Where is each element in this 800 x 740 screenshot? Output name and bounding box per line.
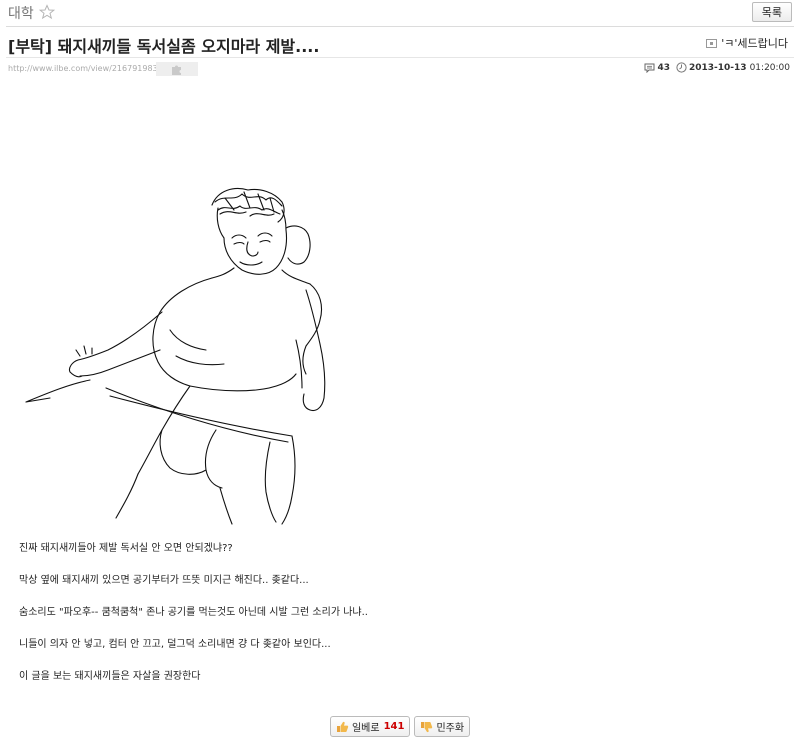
upvote-button[interactable]: 일베로 141 [329, 716, 411, 737]
post-author[interactable]: 'ㅋ'세드랍니다 [706, 35, 788, 51]
post-url[interactable]: http://www.ilbe.com/view/2167919835 [8, 64, 163, 73]
upvote-count: 141 [383, 721, 405, 732]
puzzle-icon[interactable] [170, 63, 183, 75]
board-name[interactable]: 대학 [8, 3, 34, 23]
body-line: 니들이 의자 안 넣고, 컴터 안 끄고, 덜그덕 소리내면 걍 다 좆같아 보… [19, 639, 331, 650]
post-meta: 43 2013-10-13 01:20:00 [644, 62, 790, 73]
comment-count[interactable]: 43 [657, 63, 670, 73]
body-line: 진짜 돼지새끼들아 제발 독서실 안 오면 안되겠냐?? [19, 543, 233, 554]
list-button[interactable]: 목록 [751, 2, 792, 22]
post-time: 01:20:00 [749, 62, 790, 73]
body-line: 막상 옆에 돼지새끼 있으면 공기부터가 뜨뜻 미지근 해진다.. 좆같다... [19, 575, 309, 586]
body-line: 이 글을 보는 돼지새끼들은 자살을 권장한다 [19, 671, 201, 682]
post-body: 진짜 돼지새끼들아 제발 독서실 안 오면 안되겠냐?? 막상 옆에 돼지새끼 … [19, 543, 368, 703]
downvote-button[interactable]: 민주화 [414, 716, 471, 737]
divider [6, 26, 794, 27]
thumbs-up-icon [336, 721, 349, 732]
author-name[interactable]: 'ㅋ'세드랍니다 [721, 35, 788, 51]
body-line: 숨소리도 "파오후-- 쿰척쿰척" 존나 공기를 먹는것도 아닌데 시발 그런 … [19, 607, 368, 618]
upvote-label: 일베로 [351, 723, 380, 734]
downvote-label: 민주화 [436, 723, 465, 734]
post-title: [부탁] 돼지새끼들 독서실좀 오지마라 제발.... [8, 37, 320, 56]
divider [6, 57, 794, 58]
comment-bubble-icon [644, 63, 655, 73]
author-badge-icon [706, 38, 718, 48]
vote-bar: 일베로 141 민주화 [0, 716, 800, 737]
post-date: 2013-10-13 [689, 62, 747, 73]
hand-drawn-illustration [25, 187, 326, 525]
board-header: 대학 목록 [0, 0, 800, 26]
thumbs-down-icon [421, 721, 433, 732]
star-icon[interactable] [39, 4, 55, 20]
clock-icon [676, 62, 687, 73]
